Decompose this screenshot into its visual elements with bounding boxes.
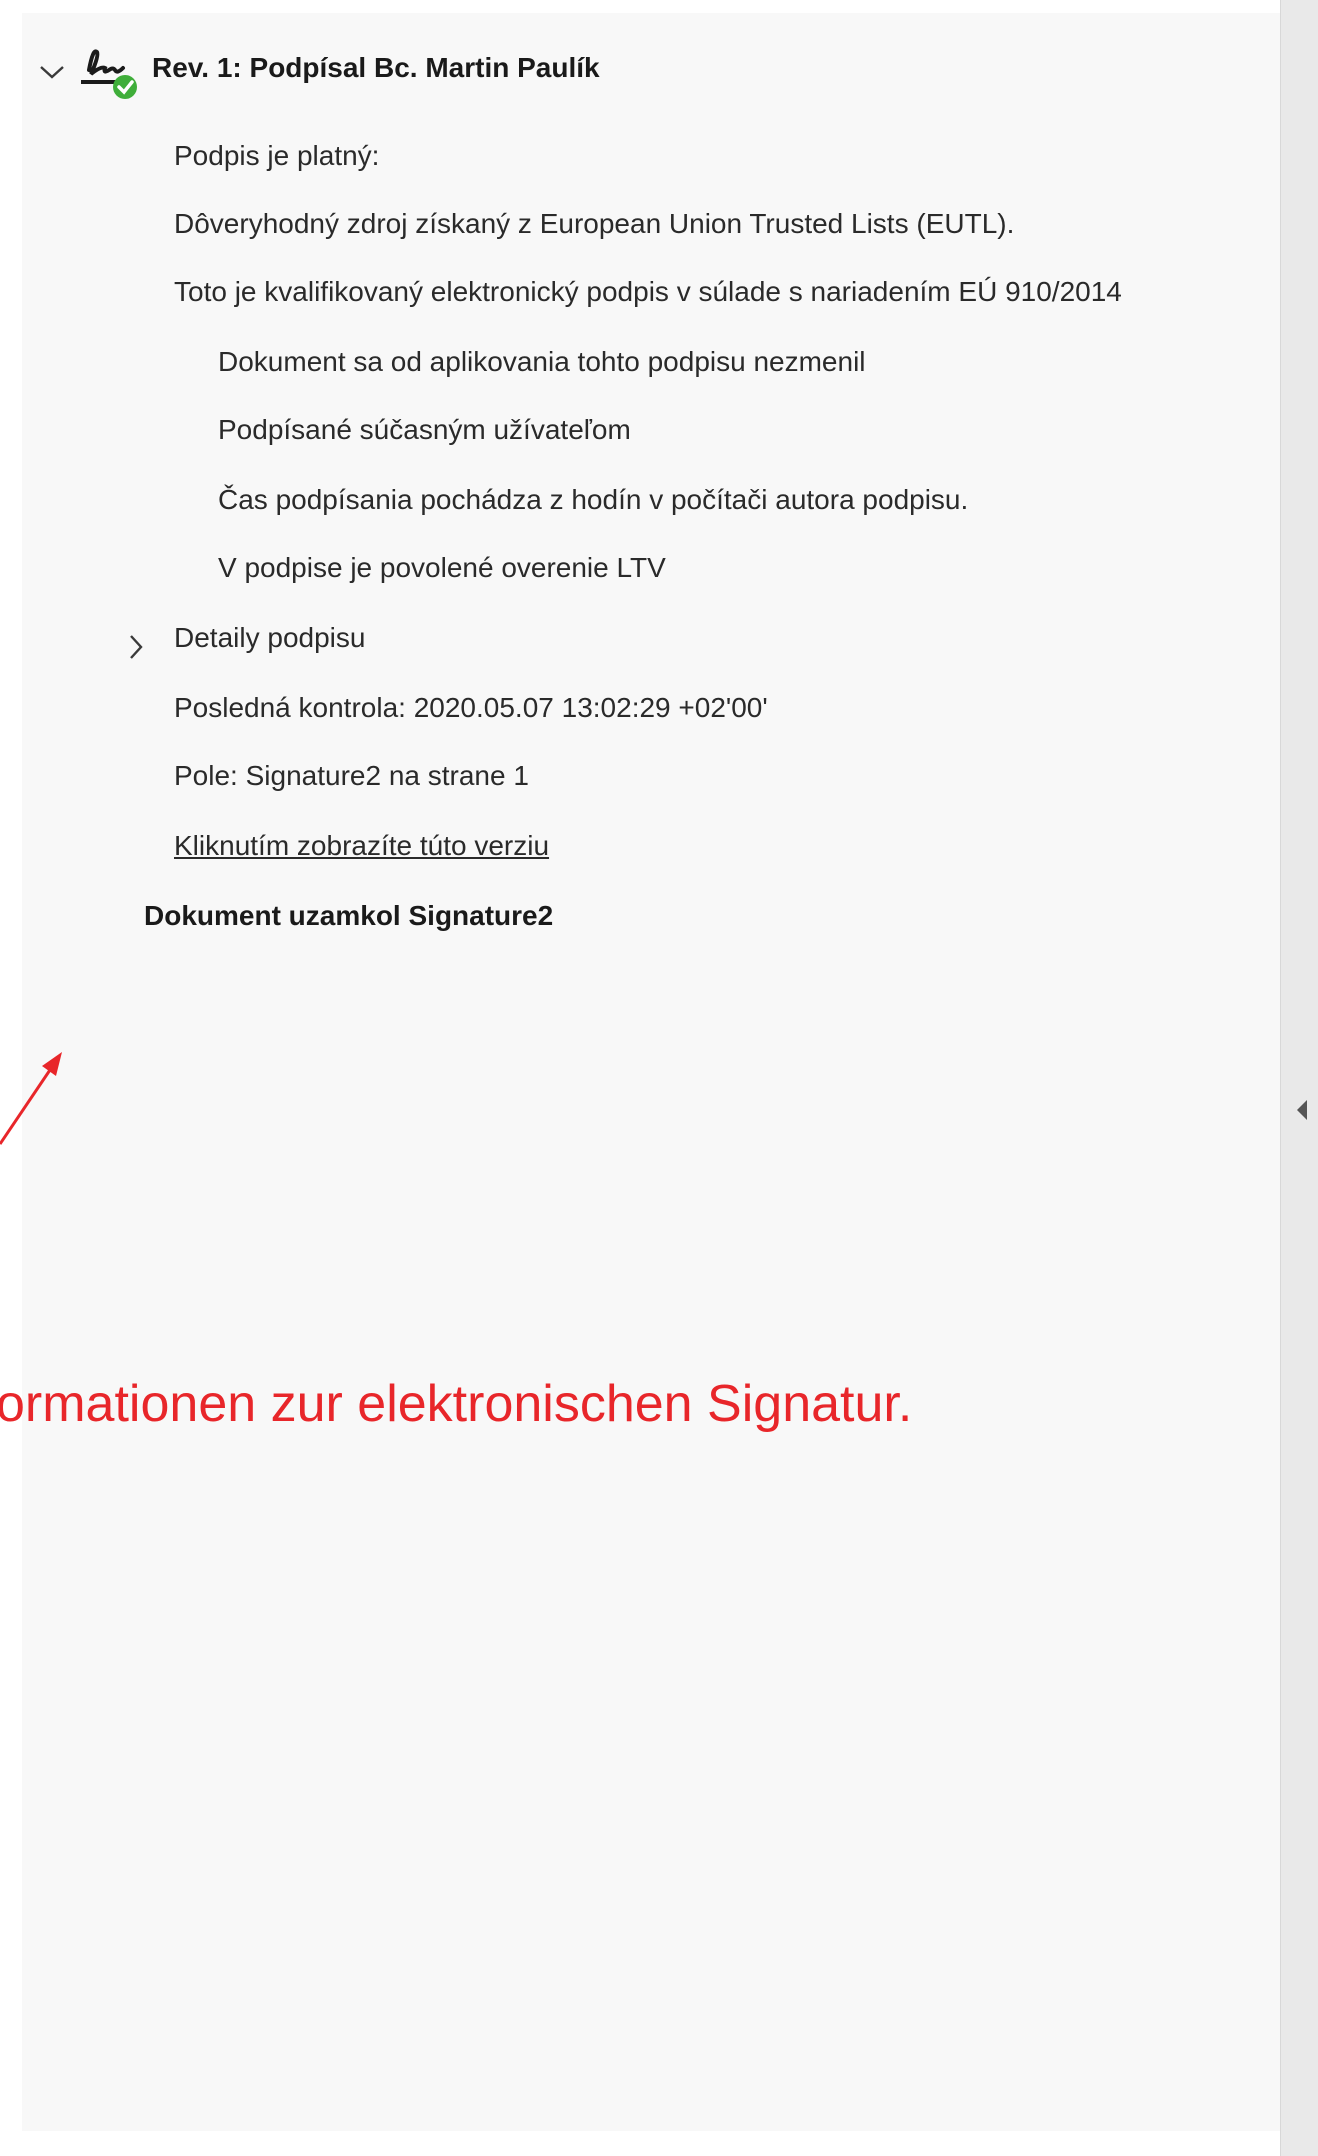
chevron-down-icon[interactable]: [38, 62, 66, 82]
trusted-source: Dôveryhodný zdroj získaný z European Uni…: [174, 208, 1015, 239]
ltv-enabled: V podpise je povolené overenie LTV: [218, 552, 666, 583]
signature-details-toggle[interactable]: Detaily podpisu: [174, 620, 365, 656]
view-signed-version-link[interactable]: Kliknutím zobrazíte túto verziu: [174, 828, 549, 864]
annotation-caption: ormationen zur elektronischen Signatur.: [0, 1375, 913, 1433]
chevron-right-icon[interactable]: [126, 632, 146, 662]
signed-by-current-user: Podpísané súčasným užívateľom: [218, 414, 631, 445]
document-locked-note: Dokument uzamkol Signature2: [144, 900, 554, 931]
qualified-signature-note: Toto je kvalifikovaný elektronický podpi…: [174, 276, 1122, 307]
revision-title[interactable]: Rev. 1: Podpísal Bc. Martin Paulík: [152, 50, 600, 86]
panel-side-strip: [1280, 0, 1318, 2156]
collapse-panel-icon[interactable]: [1297, 1100, 1307, 1120]
annotation-arrow: [0, 1052, 62, 1145]
signing-time-source: Čas podpísania pochádza z hodín v počíta…: [218, 484, 969, 515]
document-unchanged: Dokument sa od aplikovania tohto podpisu…: [218, 346, 866, 377]
signature-valid-icon: [81, 49, 137, 99]
signature-status: Podpis je platný:: [174, 140, 380, 171]
signature-panel: [0, 0, 1280, 2156]
signature-field: Pole: Signature2 na strane 1: [174, 760, 529, 791]
last-check: Posledná kontrola: 2020.05.07 13:02:29 +…: [174, 692, 768, 723]
